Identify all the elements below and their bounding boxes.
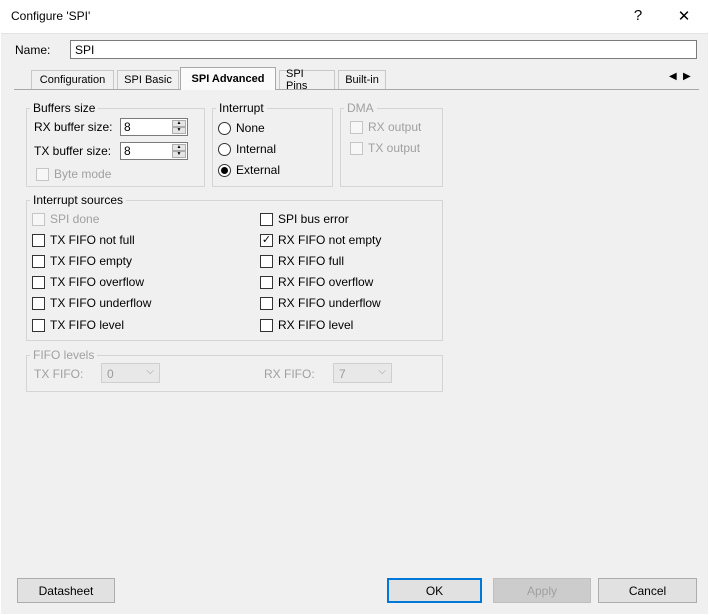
tx-buffer-down-icon[interactable]: ▼ (172, 151, 186, 158)
checkbox-box (32, 254, 45, 268)
rx-fifo-full-checkbox[interactable]: RX FIFO full (260, 254, 344, 268)
checkbox-box (260, 275, 273, 289)
rx-buffer-spinner[interactable]: 8 ▲ ▼ (120, 118, 188, 136)
dma-title: DMA (344, 101, 377, 115)
ok-button[interactable]: OK (387, 578, 482, 603)
dma-tx-output-label: TX output (368, 141, 421, 155)
interrupt-internal-radio[interactable]: Internal (218, 142, 276, 156)
byte-mode-box (36, 167, 49, 181)
rx-fifo-not-empty-checkbox[interactable]: ✓ RX FIFO not empty (260, 233, 381, 247)
help-button[interactable]: ? (615, 0, 661, 31)
rx-fifo-select[interactable]: 7 ⌵ (333, 363, 392, 383)
rx-fifo-level-checkbox[interactable]: RX FIFO level (260, 318, 353, 332)
tx-fifo-underflow-checkbox[interactable]: TX FIFO underflow (32, 296, 151, 310)
tx-fifo-value: 0 (107, 367, 114, 381)
byte-mode-checkbox[interactable]: Byte mode (36, 167, 111, 181)
name-label: Name: (15, 43, 51, 57)
radio-circle (218, 121, 231, 135)
checkbox-label: SPI done (50, 212, 100, 226)
help-icon: ? (633, 7, 643, 24)
buffers-size-title: Buffers size (30, 101, 99, 115)
checkbox-box (32, 233, 45, 247)
checkbox-box (32, 296, 45, 310)
tx-fifo-not-full-checkbox[interactable]: TX FIFO not full (32, 233, 135, 247)
fifo-levels-title: FIFO levels (30, 348, 98, 362)
checkbox-label: SPI bus error (278, 212, 349, 226)
apply-button[interactable]: Apply (493, 578, 591, 603)
rx-buffer-down-icon[interactable]: ▼ (172, 127, 186, 134)
checkbox-label: RX FIFO level (278, 318, 354, 332)
tab-spi-advanced[interactable]: SPI Advanced (180, 67, 276, 90)
interrupt-sources-title: Interrupt sources (30, 193, 127, 207)
spi-bus-error-checkbox[interactable]: SPI bus error (260, 212, 349, 226)
checkbox-label: RX FIFO underflow (278, 296, 381, 310)
close-icon: ✕ (677, 7, 691, 25)
byte-mode-label: Byte mode (54, 167, 112, 181)
tab-built-in[interactable]: Built-in (338, 70, 386, 89)
checkbox-label: TX FIFO level (50, 318, 125, 332)
checkmark-icon: ✓ (261, 233, 272, 246)
tx-buffer-up-icon[interactable]: ▲ (172, 144, 186, 151)
radio-label: Internal (236, 142, 277, 156)
dma-tx-output-checkbox[interactable]: TX output (350, 141, 420, 155)
dma-rx-output-checkbox[interactable]: RX output (350, 120, 421, 134)
checkbox-box (350, 120, 363, 134)
rx-buffer-up-icon[interactable]: ▲ (172, 120, 186, 127)
checkbox-box (32, 212, 45, 226)
rx-fifo-value: 7 (339, 367, 346, 381)
rx-buffer-label: RX buffer size: (34, 120, 113, 134)
tx-fifo-select[interactable]: 0 ⌵ (101, 363, 160, 383)
tx-buffer-label: TX buffer size: (34, 144, 112, 158)
checkbox-label: TX FIFO empty (50, 254, 133, 268)
checkbox-label: RX FIFO not empty (278, 233, 382, 247)
rx-buffer-value: 8 (124, 120, 131, 134)
checkbox-label: RX FIFO full (278, 254, 345, 268)
tx-fifo-level-checkbox[interactable]: TX FIFO level (32, 318, 124, 332)
rx-fifo-underflow-checkbox[interactable]: RX FIFO underflow (260, 296, 381, 310)
tab-scroll-right-icon[interactable]: ▶ (683, 71, 691, 82)
tx-fifo-overflow-checkbox[interactable]: TX FIFO overflow (32, 275, 144, 289)
window-title: Configure 'SPI' (11, 9, 91, 23)
rx-fifo-label: RX FIFO: (264, 367, 315, 381)
checkbox-label: TX FIFO overflow (50, 275, 145, 289)
interrupt-none-radio[interactable]: None (218, 121, 265, 135)
tx-buffer-value: 8 (124, 144, 131, 158)
checkbox-box (260, 296, 273, 310)
datasheet-button[interactable]: Datasheet (17, 578, 115, 603)
checkbox-box (32, 318, 45, 332)
checkbox-box (260, 318, 273, 332)
chevron-down-icon: ⌵ (146, 366, 154, 377)
rx-fifo-overflow-checkbox[interactable]: RX FIFO overflow (260, 275, 373, 289)
tx-buffer-spinner[interactable]: 8 ▲ ▼ (120, 142, 188, 160)
checkbox-label: RX FIFO overflow (278, 275, 374, 289)
title-bar: Configure 'SPI' ? ✕ (0, 0, 709, 33)
checkbox-box: ✓ (260, 233, 273, 247)
tx-fifo-label: TX FIFO: (34, 367, 84, 381)
interrupt-external-radio[interactable]: External (218, 163, 280, 177)
chevron-down-icon: ⌵ (378, 366, 386, 377)
tab-spi-pins[interactable]: SPI Pins (279, 68, 335, 92)
radio-circle (218, 163, 231, 177)
checkbox-label: TX FIFO underflow (50, 296, 152, 310)
tab-spi-basic[interactable]: SPI Basic (117, 70, 179, 89)
tab-scroll-left-icon[interactable]: ◀ (669, 71, 677, 82)
checkbox-label: TX FIFO not full (50, 233, 135, 247)
tx-fifo-empty-checkbox[interactable]: TX FIFO empty (32, 254, 132, 268)
spi-done-checkbox[interactable]: SPI done (32, 212, 99, 226)
checkbox-box (260, 254, 273, 268)
checkbox-box (32, 275, 45, 289)
dma-rx-output-label: RX output (368, 120, 422, 134)
checkbox-box (260, 212, 273, 226)
checkbox-box (350, 141, 363, 155)
radio-label: None (236, 121, 265, 135)
name-input[interactable] (70, 40, 697, 59)
interrupt-title: Interrupt (216, 101, 267, 115)
tab-configuration[interactable]: Configuration (31, 70, 114, 89)
radio-circle (218, 142, 231, 156)
close-button[interactable]: ✕ (661, 0, 707, 31)
cancel-button[interactable]: Cancel (598, 578, 697, 603)
radio-selected-dot (221, 166, 228, 174)
radio-label: External (236, 163, 281, 177)
